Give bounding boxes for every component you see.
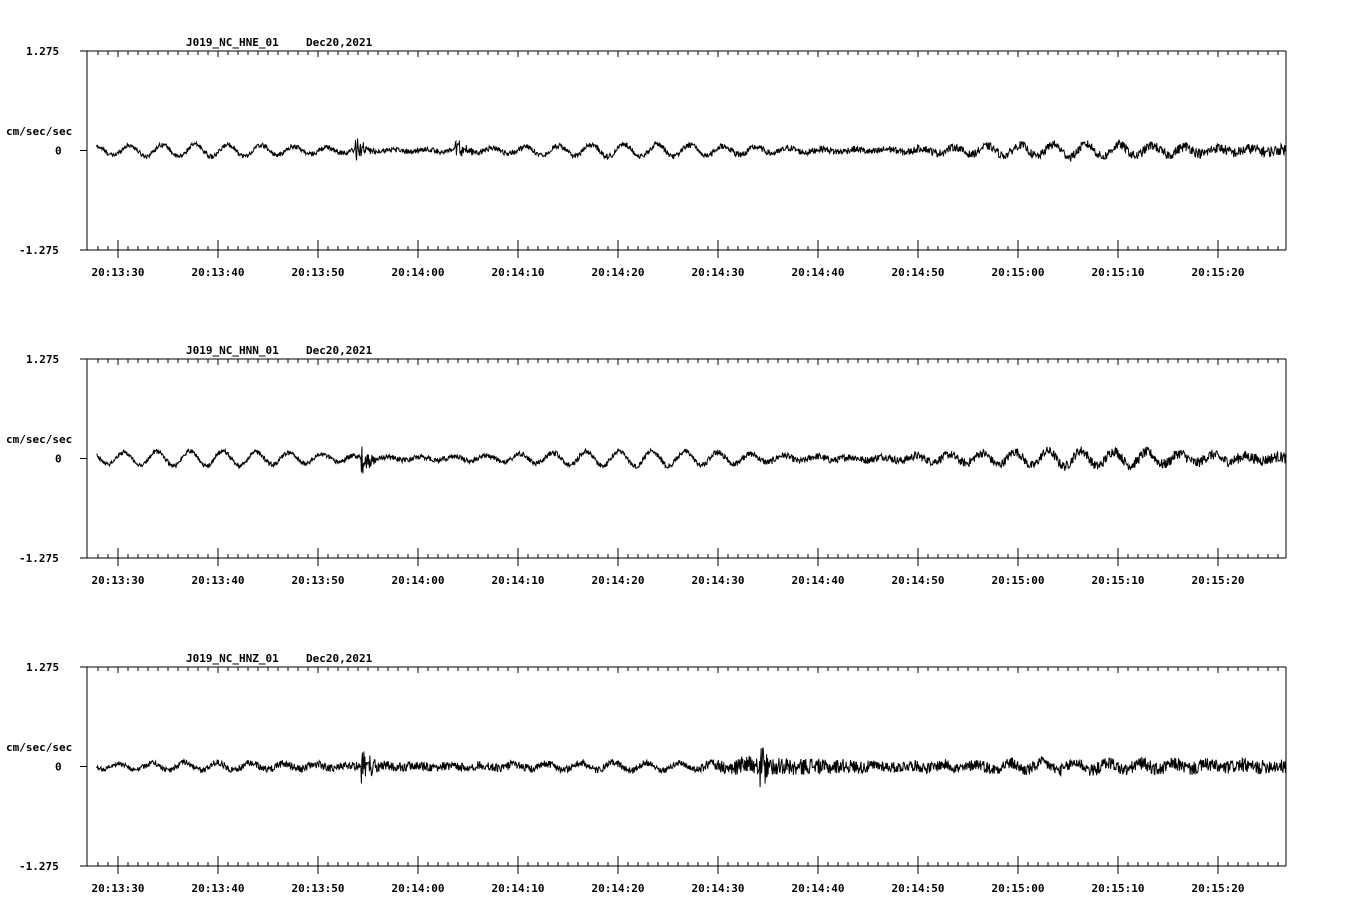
x-tick-label: 20:14:30 [692, 574, 745, 587]
x-tick-label: 20:14:20 [592, 882, 645, 895]
trace-panel-2: J019_NC_HNN_01 Dec20,2021 cm/sec/sec 1.275 0… [6, 344, 1287, 587]
x-tick-label: 20:14:30 [692, 266, 745, 279]
x-tick-label: 20:14:00 [392, 266, 445, 279]
x-tick-label: 20:14:00 [392, 882, 445, 895]
x-tick-label: 20:14:20 [592, 266, 645, 279]
x-tick-label: 20:15:10 [1092, 266, 1145, 279]
y-tick-label: 1.275 [26, 45, 59, 58]
x-tick-label: 20:14:10 [492, 574, 545, 587]
x-tick-label: 20:15:00 [992, 882, 1045, 895]
seismic-trace [96, 138, 1286, 163]
x-tick-label: 20:15:20 [1192, 266, 1245, 279]
seismogram-figure: J019_NC_HNE_01 Dec20,2021 cm/sec/sec 1.275 0… [6, 36, 1287, 895]
y-axis-label: cm/sec/sec [6, 125, 72, 138]
trace-date: Dec20,2021 [306, 344, 373, 357]
x-tick-label: 20:15:20 [1192, 574, 1245, 587]
x-tick-label: 20:14:50 [892, 882, 945, 895]
y-tick-label: -1.275 [19, 552, 59, 565]
x-tick-label: 20:14:10 [492, 266, 545, 279]
x-tick-label: 20:14:40 [792, 574, 845, 587]
y-tick-label: -1.275 [19, 860, 59, 873]
x-tick-label: 20:15:10 [1092, 882, 1145, 895]
channel-title: J019_NC_HNZ_01 [186, 652, 279, 665]
x-tick-label: 20:14:50 [892, 266, 945, 279]
y-tick-label: 1.275 [26, 353, 59, 366]
y-axis-label: cm/sec/sec [6, 741, 72, 754]
x-tick-label: 20:14:00 [392, 574, 445, 587]
x-tick-label: 20:14:20 [592, 574, 645, 587]
x-tick-label: 20:13:50 [292, 266, 345, 279]
x-tick-label: 20:15:00 [992, 574, 1045, 587]
seismic-trace [96, 747, 1286, 788]
trace-date: Dec20,2021 [306, 652, 373, 665]
channel-title: J019_NC_HNE_01 [186, 36, 279, 49]
x-tick-label: 20:13:40 [192, 266, 245, 279]
x-tick-label: 20:15:10 [1092, 574, 1145, 587]
y-tick-label: 0 [55, 453, 62, 466]
x-tick-label: 20:13:40 [192, 882, 245, 895]
y-tick-label: -1.275 [19, 244, 59, 257]
y-tick-label: 1.275 [26, 661, 59, 674]
x-tick-label: 20:13:30 [92, 882, 145, 895]
x-tick-label: 20:14:10 [492, 882, 545, 895]
trace-panel-3: J019_NC_HNZ_01 Dec20,2021 cm/sec/sec 1.275 0… [6, 652, 1287, 895]
x-tick-label: 20:14:40 [792, 882, 845, 895]
y-tick-label: 0 [55, 145, 62, 158]
x-tick-label: 20:14:50 [892, 574, 945, 587]
y-tick-label: 0 [55, 761, 62, 774]
seismic-trace [96, 446, 1286, 474]
trace-panel-1: J019_NC_HNE_01 Dec20,2021 cm/sec/sec 1.275 0… [6, 36, 1287, 279]
x-tick-label: 20:13:50 [292, 574, 345, 587]
x-tick-label: 20:15:20 [1192, 882, 1245, 895]
channel-title: J019_NC_HNN_01 [186, 344, 279, 357]
x-tick-label: 20:14:30 [692, 882, 745, 895]
trace-date: Dec20,2021 [306, 36, 373, 49]
x-tick-label: 20:13:30 [92, 574, 145, 587]
x-tick-label: 20:13:30 [92, 266, 145, 279]
x-tick-label: 20:15:00 [992, 266, 1045, 279]
x-tick-label: 20:13:40 [192, 574, 245, 587]
x-tick-label: 20:13:50 [292, 882, 345, 895]
x-tick-label: 20:14:40 [792, 266, 845, 279]
y-axis-label: cm/sec/sec [6, 433, 72, 446]
